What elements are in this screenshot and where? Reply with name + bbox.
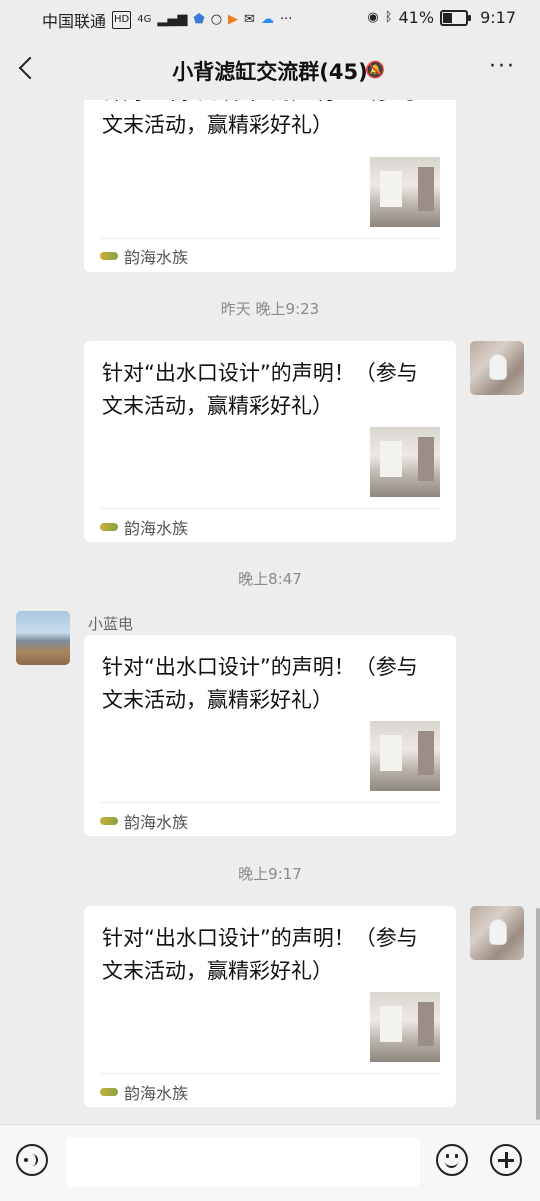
plus-icon[interactable] (490, 1144, 522, 1176)
source-logo-icon (100, 252, 118, 260)
source-name: 韵海水族 (124, 813, 189, 832)
link-card-thumbnail (370, 721, 440, 791)
link-card-thumbnail (370, 427, 440, 497)
link-card-source: 韵海水族 (100, 1080, 188, 1104)
message-input[interactable] (66, 1137, 420, 1187)
link-card[interactable]: 针对“出水口设计”的声明！（参与文末活动，赢精彩好礼） 韵海水族 (84, 635, 456, 836)
divider (100, 508, 440, 509)
source-name: 韵海水族 (124, 1084, 189, 1103)
link-card-thumbnail (370, 157, 440, 227)
timestamp: 晚上9:17 (238, 865, 302, 883)
circle-icon: ○ (210, 12, 223, 27)
status-bar: 中国联通 HD 4G ▂▄▆ ⬟ ○ ▶ ✉ ☁ ··· ◉ ᛒ 41% 9:1… (0, 0, 540, 36)
link-card-title: 针对“出水口设计”的声明！（参与文末活动，赢精彩好礼） (102, 655, 418, 712)
scrollbar[interactable] (536, 908, 540, 1120)
eye-icon: ◉ (367, 9, 379, 25)
avatar[interactable] (470, 906, 524, 960)
source-name: 韵海水族 (124, 519, 189, 538)
divider (100, 1073, 440, 1074)
sender-name: 小蓝电 (88, 615, 134, 633)
carrier-label: 中国联通 (42, 12, 107, 31)
voice-icon[interactable] (16, 1144, 48, 1176)
network-label: 4G (137, 14, 152, 25)
avatar[interactable] (16, 611, 70, 665)
link-card[interactable]: 针对“出水口设计”的声明！（参与文末活动，赢精彩好礼） 韵海水族 (84, 341, 456, 542)
bell-off-icon: 🔕 (365, 60, 385, 79)
link-card-source: 韵海水族 (100, 809, 188, 833)
message-list[interactable]: 针对“出水口设计”的声明！（参与文末活动，赢精彩好礼） 韵海水族 昨天 晚上9:… (0, 100, 540, 1122)
avatar[interactable] (470, 341, 524, 395)
link-card-thumbnail (370, 992, 440, 1062)
link-card-source: 韵海水族 (100, 515, 188, 539)
divider (100, 802, 440, 803)
bluetooth-icon: ᛒ (384, 9, 393, 25)
more-menu-button[interactable]: ··· (489, 54, 516, 79)
emoji-icon[interactable] (436, 1144, 468, 1176)
link-card-source: 韵海水族 (100, 244, 188, 268)
mail-icon: ✉ (244, 12, 255, 27)
battery-percent: 41% (398, 8, 435, 27)
source-logo-icon (100, 523, 118, 531)
source-logo-icon (100, 817, 118, 825)
shield-icon: ⬟ (193, 12, 205, 27)
input-bar (0, 1124, 540, 1201)
link-card-title: 针对“出水口设计”的声明！（参与文末活动，赢精彩好礼） (102, 926, 418, 983)
link-card-title: 针对“出水口设计”的声明！（参与文末活动，赢精彩好礼） (102, 100, 418, 137)
timestamp: 昨天 晚上9:23 (220, 300, 320, 318)
cloud-icon: ☁ (260, 12, 274, 27)
divider (100, 238, 440, 239)
play-icon: ▶ (228, 12, 239, 27)
battery-icon (440, 9, 472, 26)
chat-title[interactable]: 小背滤缸交流群(45) (0, 56, 540, 86)
link-card-title: 针对“出水口设计”的声明！（参与文末活动，赢精彩好礼） (102, 361, 418, 418)
signal-icon: ▂▄▆ (157, 12, 188, 27)
link-card[interactable]: 针对“出水口设计”的声明！（参与文末活动，赢精彩好礼） 韵海水族 (84, 906, 456, 1107)
clock: 9:17 (480, 8, 516, 27)
source-name: 韵海水族 (124, 248, 189, 267)
link-card[interactable]: 针对“出水口设计”的声明！（参与文末活动，赢精彩好礼） 韵海水族 (84, 100, 456, 272)
chat-header: 小背滤缸交流群(45) 🔕 ··· (0, 36, 540, 100)
timestamp: 晚上8:47 (238, 570, 302, 588)
more-dots-icon: ··· (279, 12, 293, 27)
source-logo-icon (100, 1088, 118, 1096)
hd-badge: HD (112, 11, 132, 29)
